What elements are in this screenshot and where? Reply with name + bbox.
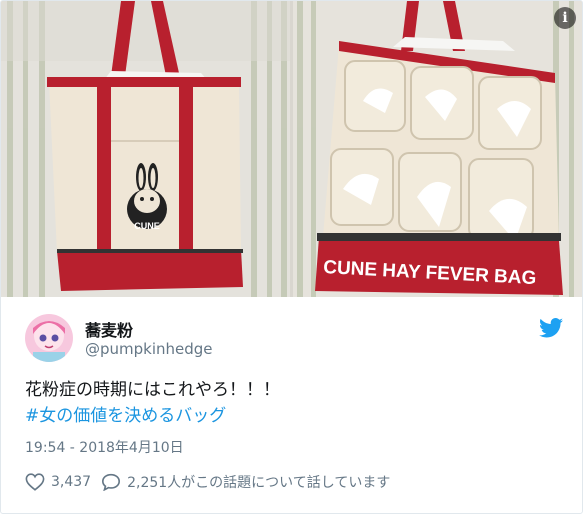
tweet-header: 蕎麦粉 @pumpkinhedge (25, 314, 565, 364)
speech-bubble-icon (102, 473, 121, 491)
avatar[interactable] (25, 314, 73, 362)
reply-button[interactable]: 2,251人がこの話題について話しています (101, 472, 390, 492)
like-count: 3,437 (51, 474, 92, 490)
tweet-actions: 3,437 2,251人がこの話題について話しています (25, 472, 400, 492)
tweet-card: CUNE CUNE HAY FEVER BAG i 蕎麦粉 @pumpkinhe… (0, 0, 583, 514)
display-name[interactable]: 蕎麦粉 (85, 317, 133, 341)
tote-bag-illustration: CUNE (1, 1, 290, 297)
tweet-text: 花粉症の時期にはこれやろ！！！ #女の価値を決めるバッグ (25, 377, 280, 429)
photo-tote-bag[interactable]: CUNE (1, 1, 290, 297)
hashtag-link[interactable]: #女の価値を決めるバッグ (25, 403, 280, 429)
avatar-image (25, 314, 73, 362)
twitter-bird-icon[interactable] (539, 318, 563, 338)
info-icon[interactable]: i (554, 7, 576, 29)
replies-text: 2,251人がこの話題について話しています (127, 475, 391, 491)
like-button[interactable]: 3,437 (25, 473, 91, 491)
left-brand-text: CUNE (134, 221, 160, 231)
tweet-text-line: 花粉症の時期にはこれやろ！！！ (25, 380, 280, 400)
tweet-timestamp[interactable]: 19:54 - 2018年4月10日 (25, 437, 184, 457)
photo-hay-fever-bag[interactable]: CUNE HAY FEVER BAG (293, 1, 582, 297)
hay-fever-bag-illustration: CUNE HAY FEVER BAG (293, 1, 582, 297)
user-handle[interactable]: @pumpkinhedge (85, 340, 213, 358)
tweet-media: CUNE CUNE HAY FEVER BAG i (1, 1, 582, 297)
heart-icon (25, 473, 45, 491)
